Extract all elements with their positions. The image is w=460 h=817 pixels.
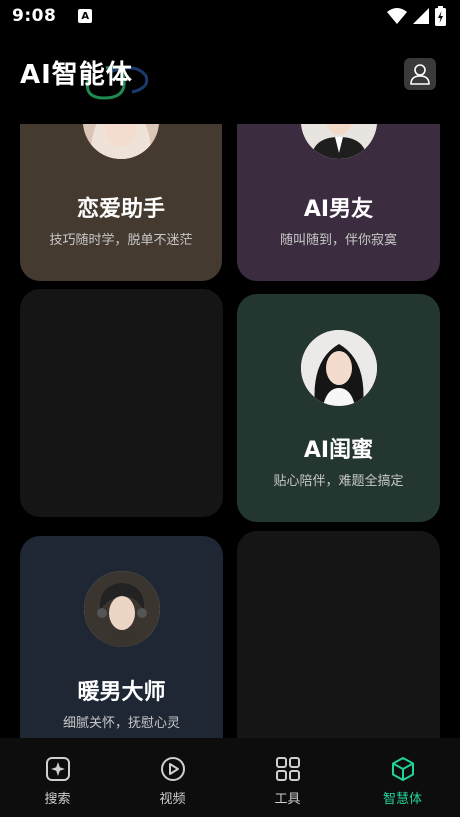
card-title: AI闺蜜	[303, 438, 374, 463]
play-circle-icon	[160, 757, 185, 781]
empty-card	[237, 531, 440, 738]
nav-label: 视频	[159, 792, 186, 807]
nav-label: 工具	[274, 792, 301, 807]
status-bar: 9:08 A	[0, 0, 460, 32]
sparkle-search-icon	[45, 757, 70, 781]
avatar	[83, 124, 159, 159]
nav-item-wisdom[interactable]: 智慧体	[345, 738, 460, 817]
empty-card	[20, 289, 223, 517]
avatar	[300, 124, 377, 159]
nav-label: 智慧体	[382, 792, 422, 807]
agent-card-warm-guy-master[interactable]: 暖男大师 细腻关怀，抚慰心灵	[20, 536, 223, 738]
card-subtitle: 贴心陪伴，难题全搞定	[273, 474, 404, 489]
profile-button[interactable]	[404, 58, 436, 90]
nav-item-search[interactable]: 搜索	[0, 738, 115, 817]
battery-icon	[435, 6, 446, 26]
cube-icon	[391, 757, 414, 781]
agent-card-ai-bestie[interactable]: AI闺蜜 贴心陪伴，难题全搞定	[237, 294, 440, 522]
card-subtitle: 细腻关怀，抚慰心灵	[62, 716, 180, 731]
status-icons	[387, 6, 446, 26]
card-title: 暖男大师	[77, 680, 166, 705]
avatar	[83, 571, 160, 647]
app-title: AI智能体	[20, 60, 133, 90]
card-subtitle: 随叫随到，伴你寂寞	[279, 233, 397, 248]
signal-icon	[413, 8, 429, 24]
agent-card-ai-boyfriend[interactable]: AI男友 随叫随到，伴你寂寞	[237, 124, 440, 281]
status-time: 9:08	[12, 6, 57, 26]
card-title: 恋爱助手	[76, 197, 165, 222]
card-subtitle: 技巧随时学，脱单不迷茫	[49, 233, 193, 248]
nav-label: 搜索	[44, 792, 71, 807]
card-title: AI男友	[303, 197, 374, 222]
app-header: AI智能体	[0, 40, 460, 120]
nav-item-tools[interactable]: 工具	[230, 738, 345, 817]
wifi-icon	[387, 8, 407, 24]
avatar	[300, 330, 377, 406]
bottom-nav: 搜索 视频 工具 智慧体	[0, 738, 460, 817]
agent-card-love-assistant[interactable]: 恋爱助手 技巧随时学，脱单不迷茫	[20, 124, 222, 281]
agent-grid: 恋爱助手 技巧随时学，脱单不迷茫 AI男友 随叫随到，伴你寂寞 AI闺蜜 贴心陪…	[0, 124, 460, 738]
nav-item-video[interactable]: 视频	[115, 738, 230, 817]
notification-icon: A	[78, 9, 93, 23]
grid-icon	[275, 757, 300, 781]
user-icon	[410, 64, 430, 85]
